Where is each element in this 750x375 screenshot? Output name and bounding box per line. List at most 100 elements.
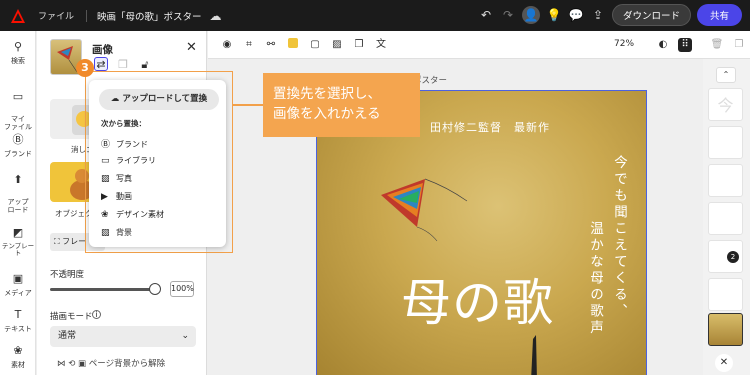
opacity-label: 不透明度 xyxy=(50,270,85,280)
replace-image-menu: ☁ アップロードして置換 次から置換： Ⓑ ブランド ▭ ライブラリ ▨ 写真 ▶ 動画… xyxy=(89,80,226,247)
rail-text[interactable]: T テキスト xyxy=(0,308,36,333)
detach-background-label: ページ背景から解除 xyxy=(88,359,166,369)
replace-from-library[interactable]: ▭ ライブラリ xyxy=(101,155,156,166)
palette-icon[interactable]: ◉ xyxy=(220,38,234,52)
opacity-slider-track[interactable] xyxy=(50,288,156,291)
replace-from-brand[interactable]: Ⓑ ブランド xyxy=(101,137,148,150)
detach-background-option[interactable]: ⋈ ⟲ ▣ ページ背景から解除 xyxy=(57,357,165,369)
rail-search[interactable]: ⚲ 検索 xyxy=(0,40,36,65)
color-swatch-icon[interactable] xyxy=(286,38,300,52)
info-icon[interactable]: i xyxy=(92,310,101,319)
image-icon[interactable]: ▨ xyxy=(330,38,344,52)
lock-icon[interactable]: 🔓︎ xyxy=(138,58,152,72)
download-button[interactable]: ダウンロード xyxy=(611,4,691,26)
translate-icon[interactable]: 文 xyxy=(374,38,388,52)
top-bar: ファイル 映画「母の歌」ポスター ☁ ↶ ↷ 👤 💡 💬 ⇪ ダウンロード 共有 xyxy=(0,0,750,31)
undo-icon[interactable]: ↶ xyxy=(478,7,494,23)
blend-mode-select[interactable]: 通常 ⌄ xyxy=(50,326,196,347)
photo-icon: ▨ xyxy=(101,174,110,184)
media-icon: ▣ xyxy=(12,272,24,285)
opacity-slider-handle[interactable] xyxy=(149,283,161,295)
share-link-icon[interactable]: ⇪ xyxy=(590,7,606,23)
rail-template-label: テンプレート xyxy=(1,242,35,258)
frame-icon[interactable]: ▢ xyxy=(308,38,322,52)
page-thumbnail-current[interactable] xyxy=(708,313,743,346)
callout-connector xyxy=(233,104,263,106)
step-number-badge: 3 xyxy=(76,59,94,77)
background-icon: ▧ xyxy=(101,228,110,238)
file-menu[interactable]: ファイル xyxy=(38,9,74,22)
replace-from-photo[interactable]: ▨ 写真 xyxy=(101,173,132,184)
rail-brand[interactable]: Ⓑ ブランド xyxy=(0,133,36,158)
duplicate-page-icon[interactable]: ❐ xyxy=(732,38,746,52)
blend-mode-label: 描画モード xyxy=(50,312,93,322)
page-thumbnail-2[interactable] xyxy=(708,126,743,159)
rail-elements-label: 素材 xyxy=(11,361,25,369)
layers-icon[interactable]: ❒ xyxy=(352,38,366,52)
cloud-icon: ☁ xyxy=(209,8,222,23)
nodes-icon[interactable]: ⚯ xyxy=(264,38,278,52)
replace-from-design-elements[interactable]: ❀ デザイン素材 xyxy=(101,209,164,220)
adobe-express-logo[interactable] xyxy=(10,8,26,24)
elements-icon: ❀ xyxy=(13,344,23,357)
upload-and-replace-label: アップロードして置換 xyxy=(122,94,208,104)
zoom-level[interactable]: 72% xyxy=(614,39,634,49)
text-icon: T xyxy=(14,308,22,321)
frame-icon: ⛶ xyxy=(54,237,63,246)
replace-from-background-label: 背景 xyxy=(116,228,132,237)
comment-icon[interactable]: 💬 xyxy=(568,7,584,23)
page-thumbnail-4[interactable] xyxy=(708,202,743,235)
redo-icon[interactable]: ↷ xyxy=(500,7,516,23)
replace-image-icon[interactable]: ⇄ xyxy=(94,57,108,71)
share-button[interactable]: 共有 xyxy=(696,4,742,26)
replace-from-photo-label: 写真 xyxy=(116,174,132,183)
callout-line-2: 画像を入れかえる xyxy=(273,106,381,122)
add-user-icon[interactable]: 👤 xyxy=(521,6,540,24)
close-icon[interactable]: ✕ xyxy=(715,354,733,372)
document-title[interactable]: 映画「母の歌」ポスター xyxy=(97,9,202,23)
close-icon[interactable]: ✕ xyxy=(186,40,197,55)
delete-icon[interactable]: 🗑︎ xyxy=(710,38,724,52)
rail-media-label: メディア xyxy=(4,289,32,297)
rail-my-files-label: マイ ファイル xyxy=(4,115,32,132)
page-thumbnail-3[interactable] xyxy=(708,164,743,197)
rail-upload-label: アップ ロード xyxy=(7,198,29,215)
poster-tagline-2[interactable]: 温かな母の歌声 xyxy=(585,221,605,337)
frame-label: フレー xyxy=(62,237,87,246)
flip-icon: ⋈ ⟲ ▣ xyxy=(57,359,89,369)
replace-from-library-label: ライブラリ xyxy=(116,156,156,165)
chevron-down-icon: ⌄ xyxy=(181,331,189,341)
brand-icon: Ⓑ xyxy=(12,133,24,146)
rail-search-label: 検索 xyxy=(11,57,25,65)
rail-media[interactable]: ▣ メディア xyxy=(0,272,36,297)
replace-from-heading: 次から置換： xyxy=(101,119,146,128)
folder-icon: ▭ xyxy=(101,156,110,166)
poster-director-line[interactable]: 田村修二監督 最新作 xyxy=(430,119,550,135)
grid-view-icon[interactable]: ⠿ xyxy=(678,38,692,52)
pages-panel: ⌃ 今 2 ✕ xyxy=(703,59,750,375)
rail-template[interactable]: ◩ テンプレート xyxy=(0,226,36,258)
replace-from-video[interactable]: ▶ 動画 xyxy=(101,191,132,202)
rail-text-label: テキスト xyxy=(4,325,32,333)
rail-brand-label: ブランド xyxy=(4,150,32,158)
rail-my-files[interactable]: ▭ マイ ファイル xyxy=(0,83,36,131)
rail-upload[interactable]: ⬆ アップ ロード xyxy=(0,166,36,214)
rail-elements[interactable]: ❀ 素材 xyxy=(0,344,36,369)
page-thumbnail-6[interactable] xyxy=(708,278,743,311)
poster-tagline-1[interactable]: 今でも聞こえてくる、 xyxy=(609,155,629,320)
left-rail: ⚲ 検索 ▭ マイ ファイル Ⓑ ブランド ⬆ アップ ロード ◩ テンプレート… xyxy=(0,31,36,375)
page-settings-icon[interactable]: ◐ xyxy=(656,38,670,52)
replace-from-background[interactable]: ▧ 背景 xyxy=(101,227,132,238)
upload-and-replace-button[interactable]: ☁ アップロードして置換 xyxy=(99,89,219,110)
callout-line-1: 置換先を選択し、 xyxy=(273,86,381,102)
cloud-upload-icon: ☁ xyxy=(110,94,123,104)
chevron-up-icon[interactable]: ⌃ xyxy=(716,67,736,83)
lightbulb-icon[interactable]: 💡 xyxy=(546,7,562,23)
video-icon: ▶ xyxy=(101,192,108,202)
page-thumbnail-1[interactable]: 今 xyxy=(708,88,743,121)
poster-main-title[interactable]: 母の歌 xyxy=(401,263,554,335)
duplicate-icon[interactable]: ❐ xyxy=(116,58,130,72)
opacity-value-field[interactable]: 100% xyxy=(170,281,194,297)
crop-icon[interactable]: ⌗ xyxy=(242,38,256,52)
canvas-toolbar: ◉ ⌗ ⚯ ▢ ▨ ❒ 文 72% ◐ ⠿ 🗑︎ ❐ xyxy=(208,31,750,59)
